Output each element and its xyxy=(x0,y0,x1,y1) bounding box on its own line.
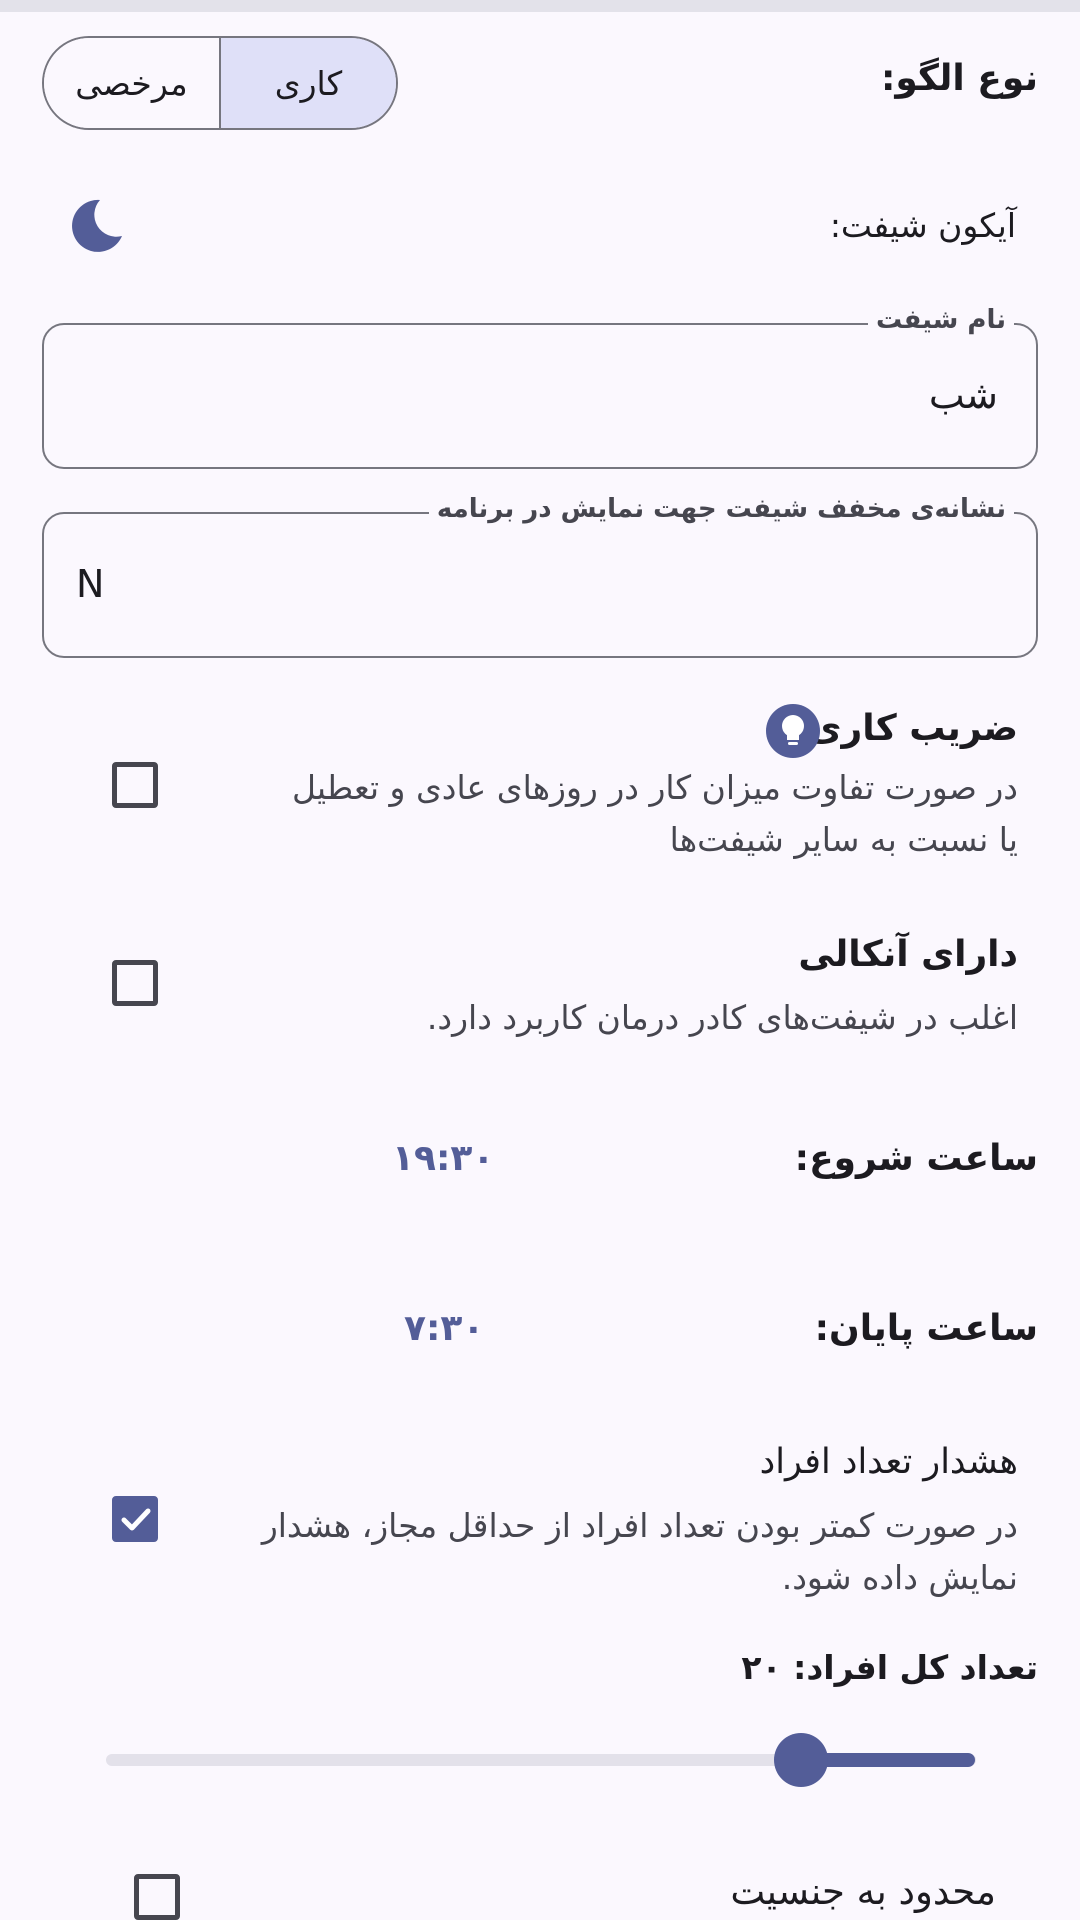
pattern-type-label: نوع الگو: xyxy=(881,58,1038,99)
shift-name-field-label: نام شیفت xyxy=(867,305,1014,335)
on-call-checkbox[interactable] xyxy=(112,960,158,1006)
work-factor-desc-line2: یا نسبت به سایر شیفت‌ها xyxy=(669,820,1018,859)
total-staff-slider-thumb[interactable] xyxy=(774,1733,828,1787)
on-call-title: دارای آنکالی xyxy=(798,934,1018,975)
start-time-value[interactable]: ۱۹:۳۰ xyxy=(392,1138,494,1179)
staff-warning-desc-line2: نمایش داده شود. xyxy=(781,1558,1018,1597)
shift-abbrev-field-label: نشانه‌ی مخفف شیفت جهت نمایش در برنامه xyxy=(428,494,1014,524)
lightbulb-icon[interactable] xyxy=(766,704,820,758)
end-time-label: ساعت پایان: xyxy=(814,1308,1038,1349)
pattern-option-work[interactable]: کاری xyxy=(221,38,396,128)
gender-limited-title: محدود به جنسیت xyxy=(730,1870,996,1913)
work-factor-checkbox[interactable] xyxy=(112,762,158,808)
shift-name-value: شب xyxy=(928,373,998,417)
start-time-label: ساعت شروع: xyxy=(794,1138,1038,1179)
shift-abbrev-field[interactable]: نشانه‌ی مخفف شیفت جهت نمایش در برنامه N xyxy=(42,494,1038,658)
staff-warning-desc-line1: در صورت کمتر بودن تعداد افراد از حداقل م… xyxy=(261,1506,1018,1545)
work-factor-desc-line1: در صورت تفاوت میزان کار در روزهای عادی و… xyxy=(291,768,1018,807)
total-staff-label: تعداد کل افراد: ۲۰ xyxy=(741,1648,1038,1687)
staff-warning-title: هشدار تعداد افراد xyxy=(759,1442,1018,1482)
checkmark-icon xyxy=(121,1508,151,1531)
shift-name-field[interactable]: نام شیفت شب xyxy=(42,305,1038,469)
work-factor-title: ضریب کاری xyxy=(808,708,1018,749)
pattern-option-leave[interactable]: مرخصی xyxy=(44,38,221,128)
end-time-value[interactable]: ۷:۳۰ xyxy=(404,1308,484,1349)
gender-limited-checkbox[interactable] xyxy=(134,1874,180,1920)
status-bar-strip xyxy=(0,0,1080,12)
on-call-desc: اغلب در شیفت‌های کادر درمان کاربرد دارد. xyxy=(426,998,1018,1037)
pattern-type-toggle: مرخصی کاری xyxy=(42,36,398,130)
shift-icon-label: آیکون شیفت: xyxy=(829,206,1016,245)
moon-icon[interactable] xyxy=(66,196,124,258)
shift-abbrev-value: N xyxy=(76,562,105,606)
staff-warning-checkbox[interactable] xyxy=(112,1496,158,1542)
